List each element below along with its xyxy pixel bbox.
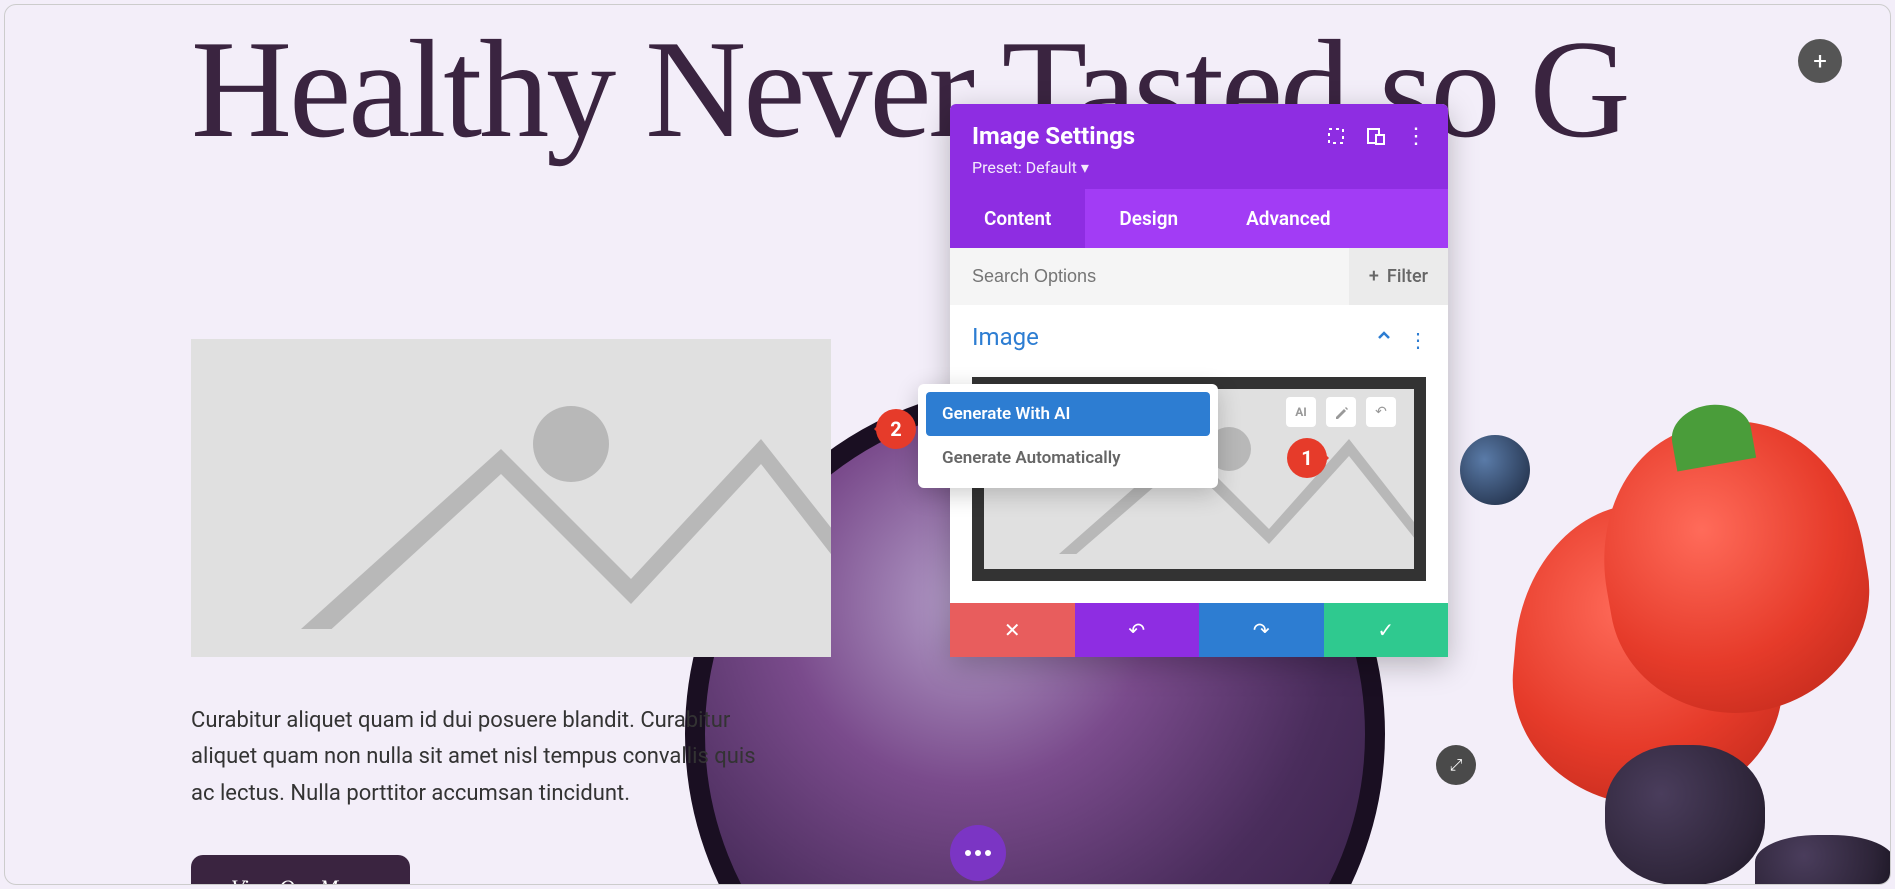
panel-footer: ✕ ↶ ↷ ✓: [950, 603, 1448, 657]
settings-panel: Image Settings ⋮ Preset: Default ▾ Cont: [950, 104, 1448, 657]
responsive-icon[interactable]: [1366, 126, 1386, 146]
tab-design[interactable]: Design: [1085, 189, 1212, 248]
plus-icon: +: [1369, 266, 1379, 287]
placeholder-icon: [191, 339, 831, 657]
panel-header[interactable]: Image Settings ⋮ Preset: Default ▾: [950, 104, 1448, 189]
undo-button[interactable]: ↶: [1075, 603, 1200, 657]
panel-title: Image Settings: [972, 122, 1135, 150]
callout-1: 1: [1287, 438, 1327, 478]
page-viewport: Healthy Never Tasted so G Curabitur aliq…: [4, 4, 1891, 885]
chevron-up-icon[interactable]: [1376, 328, 1394, 346]
callout-bubble: 1: [1287, 438, 1327, 478]
plus-icon: +: [1813, 47, 1827, 75]
filter-label: Filter: [1387, 266, 1428, 287]
check-icon: ✓: [1377, 618, 1394, 642]
generate-automatically-item[interactable]: Generate Automatically: [926, 436, 1210, 480]
reset-image-button[interactable]: ↶: [1366, 397, 1396, 427]
tab-content[interactable]: Content: [950, 189, 1085, 248]
edit-image-button[interactable]: [1326, 397, 1356, 427]
more-icon[interactable]: ⋮: [1408, 328, 1426, 346]
view-menu-button[interactable]: View Our Menu: [191, 855, 410, 885]
redo-icon: ↷: [1253, 618, 1270, 642]
filter-button[interactable]: + Filter: [1349, 248, 1448, 305]
section-title: Image: [972, 323, 1039, 351]
fullscreen-icon[interactable]: [1326, 126, 1346, 146]
more-dots-icon: [965, 850, 991, 856]
ai-popup-menu: Generate With AI Generate Automatically: [918, 384, 1218, 488]
generate-with-ai-item[interactable]: Generate With AI: [926, 392, 1210, 436]
builder-fab-button[interactable]: [950, 825, 1006, 881]
blackberry-image: [1755, 835, 1891, 885]
callout-2: 2: [876, 409, 916, 449]
image-placeholder[interactable]: [191, 339, 831, 657]
ai-generate-button[interactable]: AI: [1286, 397, 1316, 427]
add-section-button[interactable]: +: [1798, 39, 1842, 83]
close-icon: ✕: [1004, 618, 1021, 642]
hero-body-text: Curabitur aliquet quam id dui posuere bl…: [191, 703, 771, 812]
chevron-down-icon: ▾: [1081, 158, 1089, 177]
tab-advanced[interactable]: Advanced: [1212, 189, 1364, 248]
blueberry-image: [1460, 435, 1530, 505]
blackberry-image: [1605, 745, 1765, 885]
search-input[interactable]: [950, 248, 1349, 305]
undo-icon: ↶: [1128, 618, 1145, 642]
undo-icon: ↶: [1375, 404, 1387, 420]
save-button[interactable]: ✓: [1324, 603, 1449, 657]
cancel-button[interactable]: ✕: [950, 603, 1075, 657]
more-icon[interactable]: ⋮: [1406, 126, 1426, 146]
panel-tabs: Content Design Advanced: [950, 189, 1448, 248]
section-header[interactable]: Image ⋮: [950, 305, 1448, 365]
search-row: + Filter: [950, 248, 1448, 305]
expand-icon: ⤢: [1450, 755, 1463, 775]
callout-bubble: 2: [876, 409, 916, 449]
resize-handle[interactable]: ⤢: [1436, 745, 1476, 785]
preset-selector[interactable]: Preset: Default ▾: [972, 158, 1426, 177]
redo-button[interactable]: ↷: [1199, 603, 1324, 657]
preset-label: Preset:: [972, 158, 1022, 177]
preset-value: Default: [1026, 158, 1077, 177]
